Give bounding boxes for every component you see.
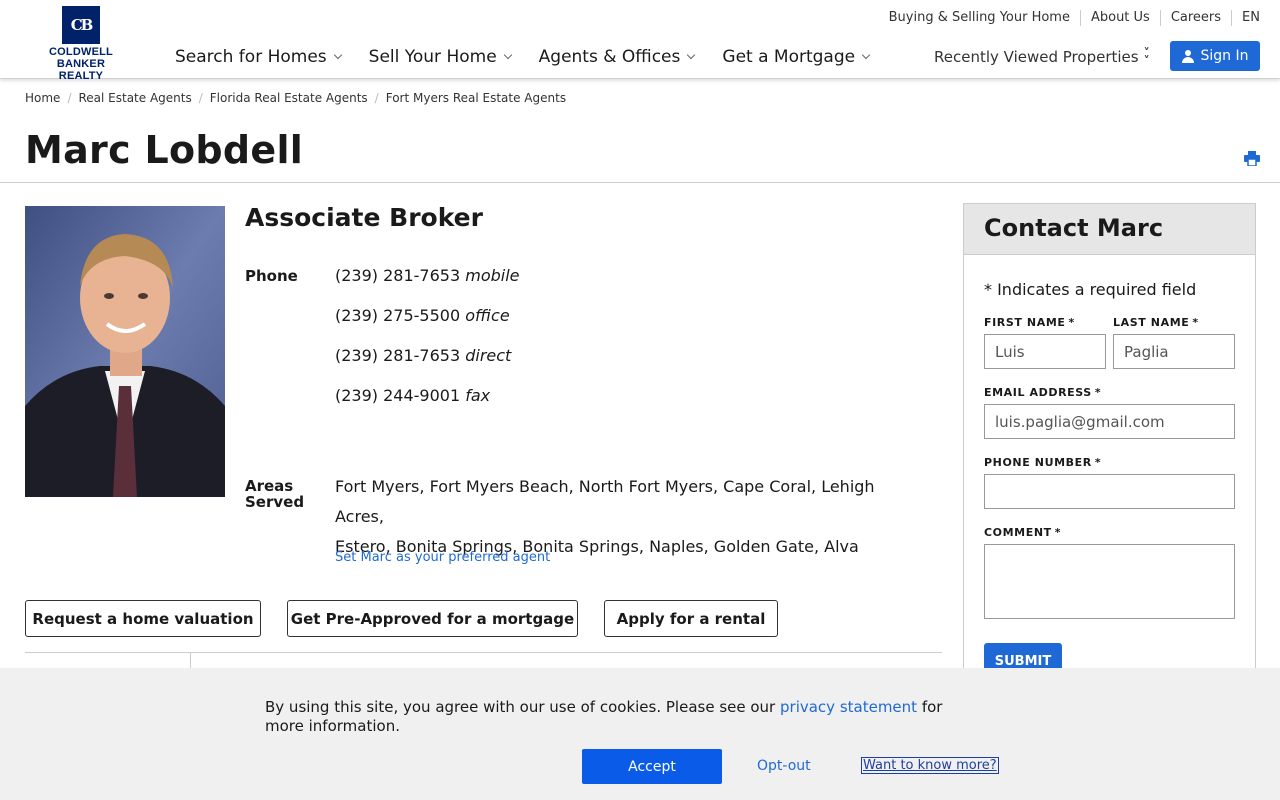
recently-viewed-properties[interactable]: Recently Viewed Properties ˅ ˅ [934, 46, 1150, 68]
logo-monogram: CB [62, 6, 100, 44]
contact-form-panel: Contact Marc * Indicates a required fiel… [963, 203, 1256, 683]
language-selector[interactable]: EN [1231, 10, 1260, 26]
util-link-careers[interactable]: Careers [1159, 10, 1231, 26]
set-preferred-agent-link[interactable]: Set Marc as your preferred agent [335, 550, 550, 565]
double-chevron-down-icon: ˅ ˅ [1143, 46, 1150, 68]
phone-direct[interactable]: (239) 281-7653 direct [335, 346, 511, 365]
phone-fax: (239) 244-9001 fax [335, 386, 491, 405]
nav-get-a-mortgage[interactable]: Get a Mortgage [722, 47, 871, 67]
util-link-buying-selling[interactable]: Buying & Selling Your Home [879, 10, 1080, 26]
divider [0, 182, 1280, 183]
last-name-label: LAST NAME * [1113, 316, 1199, 329]
agent-photo [25, 206, 225, 497]
email-label: EMAIL ADDRESS * [984, 386, 1102, 399]
site-header: CB COLDWELL BANKER REALTY Buying & Selli… [0, 0, 1280, 82]
first-name-label: FIRST NAME * [984, 316, 1075, 329]
privacy-statement-link[interactable]: privacy statement [780, 698, 917, 716]
chevron-down-icon [861, 50, 871, 60]
areas-served-list: Fort Myers, Fort Myers Beach, North Fort… [335, 477, 875, 556]
nav-search-for-homes[interactable]: Search for Homes [175, 47, 342, 67]
contact-heading: Contact Marc [964, 204, 1255, 255]
get-pre-approved-button[interactable]: Get Pre-Approved for a mortgage [287, 600, 578, 637]
phone-office[interactable]: (239) 275-5500 office [335, 306, 510, 325]
breadcrumb-fort-myers-agents[interactable]: Fort Myers Real Estate Agents [386, 91, 566, 105]
main-nav: Search for Homes Sell Your Home Agents &… [175, 47, 897, 67]
coldwell-banker-logo[interactable]: CB COLDWELL BANKER REALTY [24, 6, 138, 82]
chevron-down-icon [503, 50, 512, 60]
divider [25, 652, 942, 653]
comment-label: COMMENT * [984, 526, 1062, 539]
cookie-message: By using this site, you agree with our u… [265, 698, 943, 735]
sign-in-button[interactable]: Sign In [1170, 41, 1260, 71]
want-to-know-more-link[interactable]: Want to know more? [861, 757, 999, 774]
logo-line2: REALTY [58, 70, 104, 82]
chevron-down-icon [333, 50, 342, 60]
breadcrumb-real-estate-agents[interactable]: Real Estate Agents [78, 91, 191, 105]
print-icon[interactable] [1244, 151, 1260, 166]
first-name-field[interactable]: Luis [984, 334, 1106, 369]
apply-for-rental-button[interactable]: Apply for a rental [604, 600, 778, 637]
user-icon [1181, 49, 1194, 63]
utility-nav: Buying & Selling Your Home About Us Care… [879, 10, 1260, 26]
agent-title: Associate Broker [245, 203, 483, 232]
page-title: Marc Lobdell [25, 128, 304, 172]
cookie-banner: By using this site, you agree with our u… [0, 668, 1280, 800]
email-field[interactable]: luis.paglia@gmail.com [984, 404, 1235, 439]
areas-served-label: Areas Served [245, 477, 305, 511]
phone-mobile[interactable]: (239) 281-7653 mobile [335, 266, 520, 285]
phone-number-label: PHONE NUMBER * [984, 456, 1102, 469]
phone-label: Phone [245, 267, 298, 285]
last-name-field[interactable]: Paglia [1113, 334, 1235, 369]
logo-line1: COLDWELL BANKER [49, 46, 113, 70]
util-link-about-us[interactable]: About Us [1079, 10, 1160, 26]
nav-agents-offices[interactable]: Agents & Offices [539, 47, 696, 67]
nav-sell-your-home[interactable]: Sell Your Home [369, 47, 512, 67]
breadcrumb-florida-agents[interactable]: Florida Real Estate Agents [210, 91, 368, 105]
required-field-note: * Indicates a required field [984, 280, 1197, 299]
breadcrumb: Home / Real Estate Agents / Florida Real E… [25, 91, 567, 105]
phone-number-field[interactable] [984, 474, 1235, 509]
breadcrumb-home[interactable]: Home [25, 91, 60, 105]
request-home-valuation-button[interactable]: Request a home valuation [25, 600, 261, 637]
comment-field[interactable] [984, 544, 1235, 619]
opt-out-link[interactable]: Opt-out [757, 758, 811, 774]
chevron-down-icon [687, 50, 696, 60]
accept-cookies-button[interactable]: Accept [582, 749, 722, 784]
